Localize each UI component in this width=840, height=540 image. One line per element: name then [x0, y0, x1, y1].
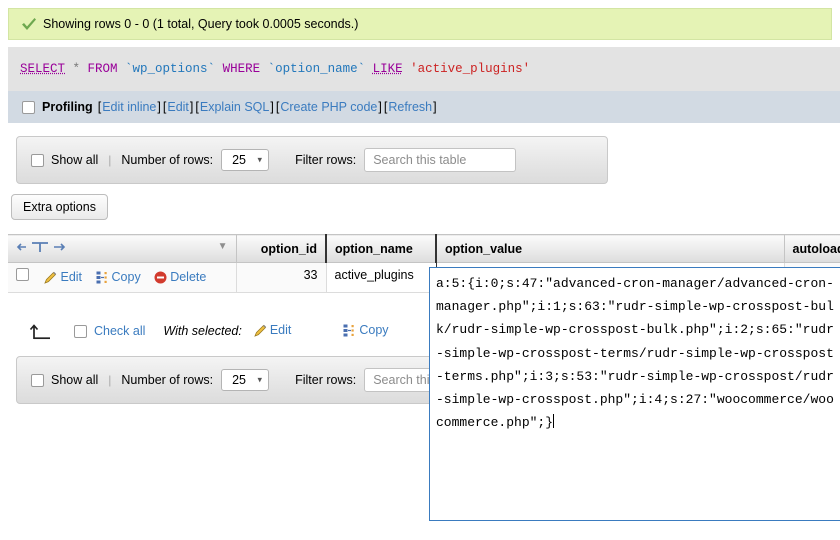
bracket-open-1: [ — [162, 100, 167, 114]
check-all-link[interactable]: Check all — [94, 324, 145, 338]
check-all-checkbox[interactable] — [74, 324, 87, 338]
number-of-rows-select-top[interactable]: 25 — [221, 149, 270, 171]
bracket-close-4: ] — [433, 100, 437, 114]
bulk-edit-label: Edit — [269, 322, 292, 337]
explain-sql-link[interactable]: Explain SQL — [200, 100, 269, 114]
table-header-row: ▼ option_id option_name option_value aut… — [8, 234, 840, 263]
show-all-checkbox-bottom[interactable] — [31, 373, 44, 387]
row-edit-label: Edit — [60, 270, 83, 284]
number-of-rows-label-bottom: Number of rows: — [121, 373, 214, 387]
sql-token-star: * — [65, 62, 88, 76]
bracket-close-1: ] — [189, 100, 194, 114]
sql-query-bar[interactable]: SELECT * FROM `wp_options` WHERE `option… — [8, 47, 840, 91]
column-header-option-name[interactable]: option_name — [325, 234, 437, 263]
number-of-rows-select-bottom[interactable]: 25 — [221, 369, 270, 391]
sql-query-text: SELECT * FROM `wp_options` WHERE `option… — [20, 62, 530, 76]
bracket-close-0: ] — [157, 100, 161, 114]
cell-option-name[interactable]: active_plugins — [325, 262, 437, 293]
number-of-rows-select-wrap-top: 25 ▾ — [213, 149, 270, 171]
copy-icon — [96, 271, 109, 287]
bracket-close-3: ] — [378, 100, 382, 114]
separator-bottom: | — [108, 373, 112, 387]
pencil-icon — [44, 271, 57, 287]
sql-token-from: FROM — [87, 62, 118, 76]
copy-icon-bulk — [343, 324, 356, 340]
sql-token-column: `option_name` — [260, 62, 373, 76]
column-header-option-value[interactable]: option_value — [435, 234, 785, 263]
extra-options-button[interactable]: Extra options — [11, 194, 108, 220]
bulk-edit-link[interactable]: Edit — [254, 322, 292, 340]
option-value-editor[interactable]: a:5:{i:0;s:47:"advanced-cron-manager/adv… — [429, 267, 840, 521]
row-delete-link[interactable]: Delete — [154, 270, 206, 284]
profiling-bar: Profiling [ Edit inline ] [ Edit ] [ Exp… — [8, 91, 840, 123]
profiling-label: Profiling — [42, 100, 93, 114]
edit-inline-link[interactable]: Edit inline — [102, 100, 156, 114]
column-header-autoload[interactable]: autoload — [783, 234, 840, 263]
row-edit-link[interactable]: Edit — [44, 270, 85, 284]
status-banner: Showing rows 0 - 0 (1 total, Query took … — [8, 8, 832, 40]
show-all-checkbox-top[interactable] — [31, 153, 44, 167]
row-delete-label: Delete — [170, 270, 207, 284]
column-header-actions[interactable]: ▼ — [8, 234, 237, 263]
show-all-label-bottom: Show all — [51, 373, 99, 387]
row-select-checkbox[interactable] — [16, 268, 29, 281]
rows-controls-top: Show all | Number of rows: 25 ▾ Filter r… — [16, 136, 608, 184]
profiling-checkbox[interactable] — [22, 100, 35, 114]
bracket-open-2: [ — [195, 100, 199, 114]
sql-token-table: `wp_options` — [117, 62, 223, 76]
bulk-copy-link[interactable]: Copy — [343, 322, 389, 340]
bracket-open-3: [ — [275, 100, 280, 114]
sql-token-like: LIKE — [372, 62, 403, 76]
row-copy-label: Copy — [111, 270, 141, 284]
with-selected-label: With selected: — [163, 324, 242, 338]
create-php-code-link[interactable]: Create PHP code — [280, 100, 377, 114]
cell-option-id[interactable]: 33 — [235, 262, 327, 293]
row-copy-link[interactable]: Copy — [96, 270, 145, 284]
row-actions-cell: Edit Copy Delete — [8, 262, 237, 293]
check-all-row: Check all With selected: Edit Copy — [8, 312, 432, 350]
green-check-icon — [21, 17, 37, 31]
filter-rows-label-top: Filter rows: — [295, 153, 357, 167]
arrow-up-left-icon[interactable] — [28, 322, 56, 340]
text-caret — [553, 414, 555, 429]
filter-rows-input-top[interactable] — [364, 148, 517, 172]
edit-link[interactable]: Edit — [167, 100, 189, 114]
sql-token-string: 'active_plugins' — [402, 62, 531, 76]
number-of-rows-label-top: Number of rows: — [121, 153, 214, 167]
bulk-copy-label: Copy — [359, 322, 389, 337]
pencil-icon-bulk — [254, 324, 267, 340]
status-message: Showing rows 0 - 0 (1 total, Query took … — [43, 17, 359, 31]
delete-circle-icon — [154, 271, 167, 287]
sql-token-select: SELECT — [20, 62, 66, 76]
option-value-text: a:5:{i:0;s:47:"advanced-cron-manager/adv… — [436, 276, 834, 431]
sql-token-where: WHERE — [222, 62, 261, 76]
column-header-option-id[interactable]: option_id — [235, 234, 327, 263]
phpmyadmin-results-page: Showing rows 0 - 0 (1 total, Query took … — [0, 0, 840, 540]
bracket-open-4: [ — [383, 100, 388, 114]
show-all-label-top: Show all — [51, 153, 99, 167]
bracket-open-0: [ — [97, 100, 102, 114]
filter-rows-label-bottom: Filter rows: — [295, 373, 357, 387]
number-of-rows-select-wrap-bottom: 25 ▾ — [213, 369, 270, 391]
sort-descending-icon[interactable]: ▼ — [218, 240, 228, 254]
bracket-close-2: ] — [270, 100, 274, 114]
refresh-link[interactable]: Refresh — [388, 100, 432, 114]
move-columns-icon[interactable] — [16, 240, 68, 254]
separator-top: | — [108, 153, 112, 167]
